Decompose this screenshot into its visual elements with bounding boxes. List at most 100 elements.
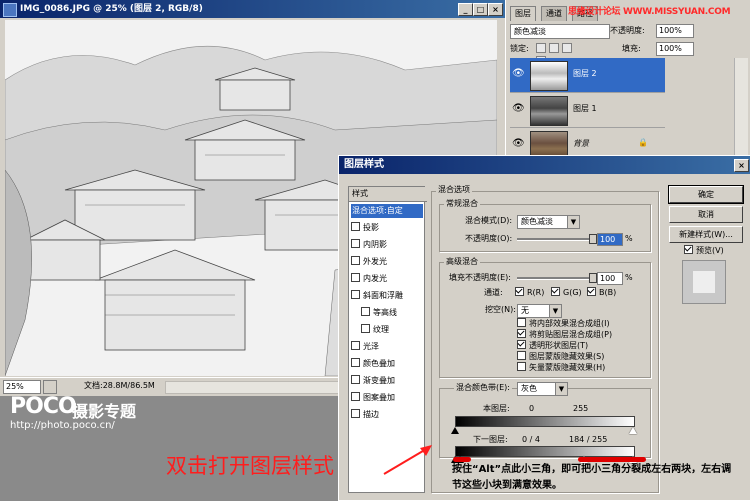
checkbox[interactable] xyxy=(351,375,360,384)
dialog-titlebar[interactable]: 图层样式 × xyxy=(339,156,750,174)
layer-row[interactable]: 👁 图层 2 xyxy=(510,58,665,93)
channel-g-checkbox[interactable]: G(G) xyxy=(551,287,582,299)
layers-scrollbar[interactable] xyxy=(734,58,748,158)
layer-row[interactable]: 👁 图层 1 xyxy=(510,93,665,128)
zoom-field[interactable]: 25% xyxy=(3,380,41,394)
underlying-low: 0 / 4 xyxy=(522,435,540,444)
style-item-outer-glow[interactable]: 外发光 xyxy=(351,255,422,269)
style-item-gradient-overlay[interactable]: 渐变叠加 xyxy=(351,374,422,388)
layer-blend-mode-select[interactable]: 颜色减淡 xyxy=(510,24,610,39)
style-item-label: 混合选项:自定 xyxy=(352,206,403,215)
style-item-label: 图案叠加 xyxy=(363,393,395,402)
opacity-input[interactable]: 100% xyxy=(656,24,694,38)
style-item-drop-shadow[interactable]: 投影 xyxy=(351,221,422,235)
tab-channels[interactable]: 通道 xyxy=(541,6,567,21)
knockout-value: 无 xyxy=(521,306,529,315)
preview-checkbox[interactable]: 预览(V) xyxy=(684,245,724,257)
this-layer-black-handle[interactable] xyxy=(451,427,459,434)
channel-r-checkbox[interactable]: R(R) xyxy=(515,287,544,299)
cancel-button[interactable]: 取消 xyxy=(669,206,743,223)
eye-icon[interactable]: 👁 xyxy=(512,103,525,115)
checkbox[interactable] xyxy=(517,351,526,360)
blend-if-select[interactable]: 灰色 ▼ xyxy=(517,382,568,396)
checkbox[interactable] xyxy=(351,222,360,231)
checkbox[interactable] xyxy=(351,290,360,299)
option-label: 将剪贴图层混合成组(P) xyxy=(529,330,613,339)
advanced-blending-title: 高级混合 xyxy=(444,257,480,267)
checkbox[interactable] xyxy=(517,340,526,349)
style-item-label: 纹理 xyxy=(373,325,389,334)
channel-g-label: G(G) xyxy=(563,288,582,297)
checkbox[interactable] xyxy=(361,307,370,316)
minimize-icon[interactable]: _ xyxy=(458,3,473,16)
maximize-icon[interactable]: □ xyxy=(473,3,488,16)
checkbox[interactable] xyxy=(587,287,596,296)
fill-opacity-input[interactable]: 100 xyxy=(597,272,623,285)
knockout-select[interactable]: 无 ▼ xyxy=(517,304,562,318)
site-watermark: 思缘设计论坛 WWW.MISSYUAN.COM xyxy=(568,7,731,17)
close-icon[interactable]: × xyxy=(734,159,749,172)
checkbox[interactable] xyxy=(515,287,524,296)
fill-opacity-slider-handle[interactable] xyxy=(589,273,597,283)
underlying-gradient xyxy=(455,446,635,457)
tab-layers[interactable]: 图层 xyxy=(510,6,536,21)
channel-r-label: R(R) xyxy=(527,288,545,297)
checkbox[interactable] xyxy=(351,239,360,248)
photoshop-doc-icon xyxy=(3,3,17,17)
style-item-pattern-overlay[interactable]: 图案叠加 xyxy=(351,391,422,405)
underlying-high: 184 / 255 xyxy=(569,435,608,444)
channel-b-label: B(B) xyxy=(599,288,617,297)
style-item-texture[interactable]: 纹理 xyxy=(361,323,432,337)
checkbox[interactable] xyxy=(351,273,360,282)
checkbox[interactable] xyxy=(351,409,360,418)
eye-icon[interactable]: 👁 xyxy=(512,68,525,80)
style-item-color-overlay[interactable]: 颜色叠加 xyxy=(351,357,422,371)
opacity-input[interactable]: 100 xyxy=(597,233,623,246)
option-checkbox[interactable]: 矢量蒙版隐藏效果(H) xyxy=(517,362,605,374)
blend-mode-label: 混合模式(D): xyxy=(465,216,513,225)
checkbox[interactable] xyxy=(517,362,526,371)
opacity-slider[interactable] xyxy=(517,238,593,241)
checkbox[interactable] xyxy=(361,324,370,333)
checkbox[interactable] xyxy=(351,341,360,350)
style-item-satin[interactable]: 光泽 xyxy=(351,340,422,354)
opacity-slider-handle[interactable] xyxy=(589,234,597,244)
style-item-label: 内阴影 xyxy=(363,240,387,249)
checkbox[interactable] xyxy=(351,256,360,265)
style-item-contour[interactable]: 等高线 xyxy=(361,306,432,320)
checkbox[interactable] xyxy=(684,245,693,254)
dialog-title: 图层样式 xyxy=(344,159,384,170)
document-title: IMG_0086.JPG @ 25% (图层 2, RGB/8) xyxy=(20,4,203,14)
navigator-icon[interactable] xyxy=(43,380,57,394)
checkbox[interactable] xyxy=(551,287,560,296)
checkbox[interactable] xyxy=(351,392,360,401)
fill-input[interactable]: 100% xyxy=(656,42,694,56)
new-style-button[interactable]: 新建样式(W)... xyxy=(669,226,743,243)
channel-b-checkbox[interactable]: B(B) xyxy=(587,287,616,299)
style-item-inner-glow[interactable]: 内发光 xyxy=(351,272,422,286)
blend-options-title: 混合选项 xyxy=(436,185,472,195)
style-item-blend-options[interactable]: 混合选项:自定 xyxy=(351,204,423,218)
layers-panel: 图层 通道 路径 颜色减淡 不透明度: 100% 锁定: 填充: 100% 👁 … xyxy=(505,0,750,163)
checkbox[interactable] xyxy=(351,358,360,367)
style-list-header[interactable]: 样式 xyxy=(349,187,427,202)
blend-mode-select[interactable]: 颜色减淡 ▼ xyxy=(517,215,580,229)
checkbox[interactable] xyxy=(517,329,526,338)
instruction-note: 按住“Alt”点此小三角，即可把小三角分裂成左右两块，左右调节这些小块到满意效果… xyxy=(452,464,732,491)
document-titlebar[interactable]: IMG_0086.JPG @ 25% (图层 2, RGB/8) _ □ × xyxy=(0,0,505,18)
checkbox[interactable] xyxy=(517,318,526,327)
poco-logo-subtitle: 摄影专题 xyxy=(72,402,137,421)
style-item-bevel-emboss[interactable]: 斜面和浮雕 xyxy=(351,289,422,303)
fill-opacity-slider[interactable] xyxy=(517,277,593,280)
this-layer-white-handle[interactable] xyxy=(629,427,637,434)
this-layer-low: 0 xyxy=(529,404,535,413)
chevron-down-icon: ▼ xyxy=(555,383,567,395)
style-item-inner-shadow[interactable]: 内阴影 xyxy=(351,238,422,252)
ok-button[interactable]: 确定 xyxy=(668,185,744,204)
lock-icons[interactable] xyxy=(536,43,586,66)
eye-icon[interactable]: 👁 xyxy=(512,138,525,150)
option-label: 矢量蒙版隐藏效果(H) xyxy=(529,363,606,372)
poco-url: http://photo.poco.cn/ xyxy=(10,420,115,431)
close-icon[interactable]: × xyxy=(488,3,503,16)
style-item-stroke[interactable]: 描边 xyxy=(351,408,422,422)
